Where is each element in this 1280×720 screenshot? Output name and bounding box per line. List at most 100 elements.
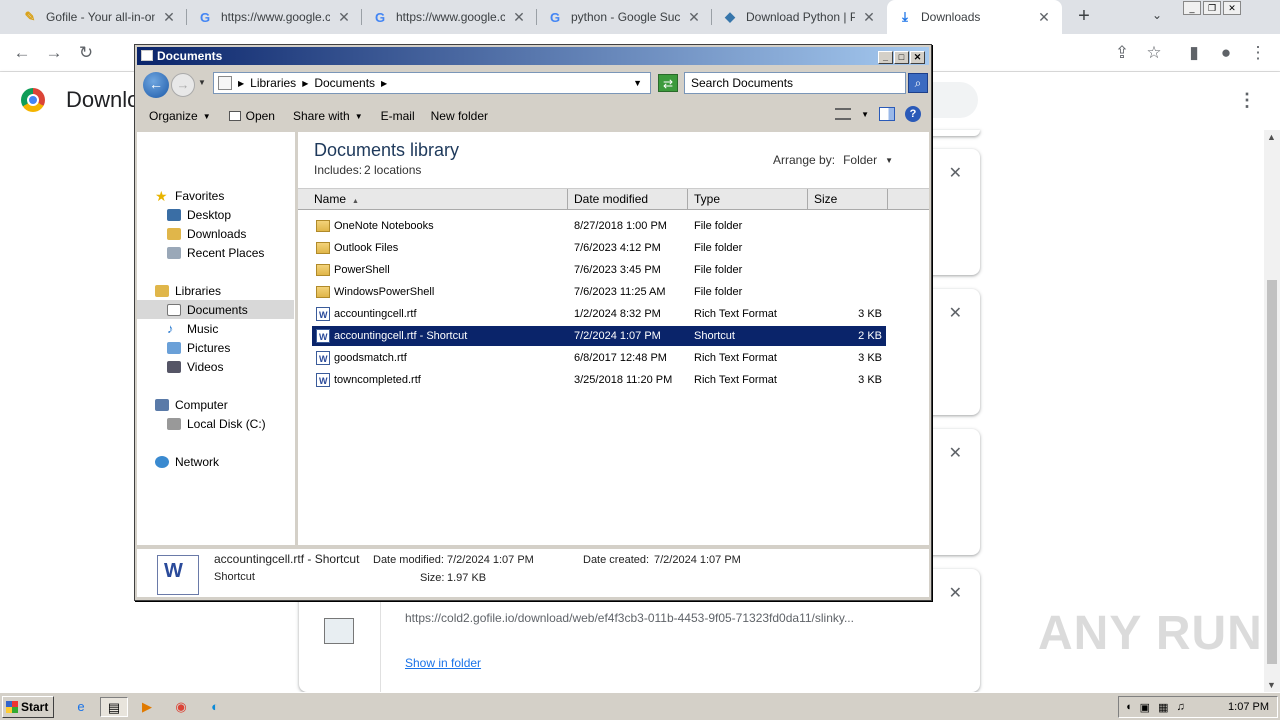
forward-arrow-icon[interactable]: → [42,41,66,65]
forward-arrow-icon[interactable]: → [171,73,195,97]
file-row[interactable]: OneNote Notebooks 8/27/2018 1:00 PM File f… [312,216,886,236]
profile-icon[interactable]: ● [1214,41,1238,65]
new-tab-button[interactable]: + [1072,4,1096,28]
minimize-icon[interactable]: _ [878,51,893,64]
nav-music[interactable]: ♪ Music [167,319,293,338]
back-arrow-icon[interactable]: ← [10,41,34,65]
chevron-right-icon[interactable]: ▶ [381,79,387,88]
nav-local-disk[interactable]: Local Disk (C:) [167,414,293,433]
edge-icon[interactable]: ◐ [204,697,226,717]
share-icon[interactable]: ⇪ [1110,41,1134,65]
nav-favorites[interactable]: ★ Favorites [155,186,312,205]
page-scrollbar[interactable]: ▲ ▼ [1264,130,1280,692]
help-icon[interactable]: ? [905,106,921,122]
file-row[interactable]: towncompleted.rtf 3/25/2018 11:20 PM Rich … [312,370,886,391]
explorer-taskbar-icon[interactable]: ▤ [100,697,128,717]
remove-download-icon[interactable]: ✕ [949,303,962,323]
minimize-icon[interactable]: _ [1183,1,1201,15]
open-button[interactable]: Open [223,109,281,123]
recent-pages-dropdown-icon[interactable]: ▼ [198,78,206,87]
chrome-taskbar-icon[interactable]: ◉ [170,697,192,717]
nav-pictures[interactable]: Pictures [167,338,293,357]
tab-google-1[interactable]: G https://www.google.co ✕ [187,0,362,34]
chevron-right-icon[interactable]: ▶ [238,79,244,88]
close-tab-icon[interactable]: ✕ [1036,9,1052,26]
file-row[interactable]: goodsmatch.rtf 6/8/2017 12:48 PM Rich Text… [312,348,886,369]
details-modified-value: 7/2/2024 1:07 PM [447,554,534,566]
nav-downloads[interactable]: Downloads [167,224,293,243]
show-in-folder-link[interactable]: Show in folder [405,656,481,670]
preview-pane-icon[interactable] [879,107,895,121]
speaker-icon[interactable]: ♫ [1176,701,1184,713]
internet-explorer-icon[interactable]: e [70,697,92,717]
volume-icon[interactable]: ◖ [1125,701,1132,713]
close-tab-icon[interactable]: ✕ [336,9,352,26]
breadcrumb[interactable]: ▶ Libraries ▶ Documents ▶ ▼ [213,72,651,94]
nav-computer[interactable]: Computer [155,395,293,414]
tab-search-icon[interactable]: ⌄ [1152,8,1162,22]
restore-icon[interactable]: ❐ [1203,1,1221,15]
chevron-right-icon[interactable]: ▶ [302,79,308,88]
arrange-value[interactable]: Folder [843,153,877,167]
remove-download-icon[interactable]: ✕ [949,443,962,463]
nav-desktop[interactable]: Desktop [167,205,293,224]
nav-videos[interactable]: Videos [167,357,293,376]
close-tab-icon[interactable]: ✕ [161,9,177,26]
file-row[interactable]: PowerShell 7/6/2023 3:45 PM File folder [312,260,886,280]
close-icon[interactable]: ✕ [1223,1,1241,15]
close-tab-icon[interactable]: ✕ [861,9,877,26]
organize-button[interactable]: Organize ▼ [143,109,217,123]
desktop-icon [167,208,181,221]
nav-documents[interactable]: Documents [137,300,294,319]
maximize-icon[interactable]: □ [894,51,909,64]
chevron-down-icon[interactable]: ▼ [861,110,869,119]
includes-locations-link[interactable]: 2 locations [364,163,421,177]
back-arrow-icon[interactable]: ← [143,72,169,98]
network-tray-icon[interactable]: ▣ [1140,701,1150,714]
breadcrumb-libraries[interactable]: Libraries [250,76,296,90]
tab-google-2[interactable]: G https://www.google.co ✕ [362,0,537,34]
close-icon[interactable]: ✕ [910,51,925,64]
scroll-down-icon[interactable]: ▼ [1267,680,1276,690]
nav-network[interactable]: Network [155,452,293,471]
nav-libraries[interactable]: Libraries [155,281,293,300]
file-row[interactable]: accountingcell.rtf 1/2/2024 8:32 PM Rich T… [312,304,886,325]
chevron-down-icon[interactable]: ▼ [885,156,893,165]
column-name[interactable]: Name ▲ [306,189,568,210]
tab-download-python[interactable]: ◆ Download Python | Py ✕ [712,0,887,34]
bookmark-star-icon[interactable]: ☆ [1142,41,1166,65]
file-row[interactable]: WindowsPowerShell 7/6/2023 11:25 AM File f… [312,282,886,302]
media-player-icon[interactable]: ▶ [136,697,158,717]
column-size[interactable]: Size [808,189,888,210]
search-icon[interactable]: ⌕ [908,73,928,93]
breadcrumb-documents[interactable]: Documents [314,76,375,90]
close-tab-icon[interactable]: ✕ [511,9,527,26]
menu-icon[interactable]: ⋮ [1246,41,1270,65]
column-date-modified[interactable]: Date modified [568,189,688,210]
explorer-title-bar[interactable]: Documents _ □ ✕ [137,47,929,65]
file-row[interactable]: accountingcell.rtf - Shortcut 7/2/2024 1:… [312,326,886,347]
reload-icon[interactable]: ↻ [74,41,98,65]
tab-python-search[interactable]: G python - Google Suche ✕ [537,0,712,34]
nav-recent-places[interactable]: Recent Places [167,243,293,262]
start-button[interactable]: Start [2,696,54,718]
change-view-icon[interactable] [835,108,852,120]
email-button[interactable]: E-mail [375,109,421,123]
scroll-thumb[interactable] [1267,280,1277,664]
shield-icon[interactable]: ▦ [1158,701,1168,714]
tab-downloads[interactable]: ⤓ Downloads ✕ [887,0,1062,34]
address-dropdown-icon[interactable]: ▼ [633,78,642,88]
remove-download-icon[interactable]: ✕ [949,163,962,183]
side-panel-icon[interactable]: ▮ [1182,41,1206,65]
tab-gofile[interactable]: ✎ Gofile - Your all-in-one ✕ [12,0,187,34]
column-type[interactable]: Type [688,189,808,210]
close-tab-icon[interactable]: ✕ [686,9,702,26]
file-row[interactable]: Outlook Files 7/6/2023 4:12 PM File folder [312,238,886,258]
share-with-button[interactable]: Share with ▼ [287,109,369,123]
refresh-icon[interactable]: ⇄ [658,74,678,92]
downloads-menu-icon[interactable]: ⋮ [1238,90,1256,111]
search-input[interactable]: Search Documents [684,72,906,94]
new-folder-button[interactable]: New folder [425,109,494,123]
remove-download-icon[interactable]: ✕ [949,583,962,603]
scroll-up-icon[interactable]: ▲ [1267,132,1276,142]
